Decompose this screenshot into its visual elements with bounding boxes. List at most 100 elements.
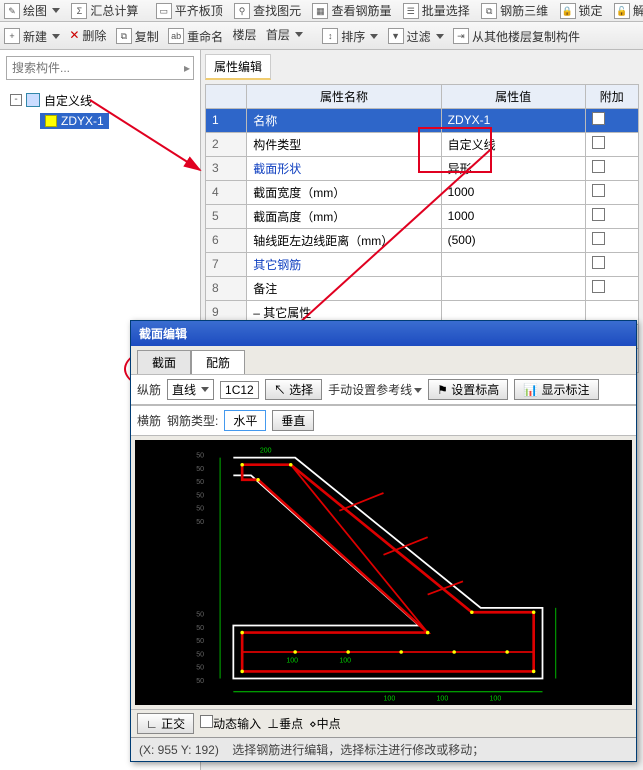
hint-text: 选择钢筋进行编辑，选择标注进行修改或移动； <box>232 743 484 757</box>
floor-select[interactable]: 首层 <box>266 26 303 43</box>
copy-button[interactable]: ⧉复制 <box>116 28 159 45</box>
tree-root-node[interactable]: - 自定义线 <box>10 92 190 109</box>
checkbox-icon[interactable] <box>592 232 605 245</box>
row-number: 3 <box>206 156 247 180</box>
property-row[interactable]: 8备注 <box>206 276 639 300</box>
menu-summary[interactable]: Σ汇总计算 <box>71 2 138 19</box>
perp-snap[interactable]: ⊥垂点 <box>267 715 303 732</box>
row-number: 2 <box>206 132 247 156</box>
cross-bar-label: 横筋 <box>137 412 161 429</box>
menu-batch-select[interactable]: ☰批量选择 <box>403 2 470 19</box>
search-input[interactable] <box>10 60 180 76</box>
rename-button[interactable]: ab重命名 <box>168 28 223 45</box>
dynamic-input-toggle[interactable]: 动态输入 <box>200 715 261 732</box>
prop-value[interactable]: (500) <box>441 228 585 252</box>
prop-extra[interactable] <box>585 132 638 156</box>
menu-align-top[interactable]: ▭平齐板顶 <box>156 2 223 19</box>
checkbox-icon[interactable] <box>592 256 605 269</box>
checkbox-icon[interactable] <box>592 208 605 221</box>
manual-ref-label[interactable]: 手动设置参考线 <box>328 381 422 398</box>
pencil-icon: ✎ <box>4 3 20 19</box>
col-name: 属性名称 <box>247 84 441 108</box>
row-number: 6 <box>206 228 247 252</box>
prop-extra[interactable] <box>585 156 638 180</box>
property-row[interactable]: 1名称ZDYX-1 <box>206 108 639 132</box>
cad-canvas[interactable]: 5050 5050 5050 5050 5050 5050 <box>135 440 632 705</box>
property-row[interactable]: 6轴线距左边线距离（mm）(500) <box>206 228 639 252</box>
mid-snap[interactable]: ⋄中点 <box>309 715 341 732</box>
menu-unlock[interactable]: 🔓解锁 <box>614 2 643 19</box>
new-button[interactable]: +新建 <box>4 28 60 45</box>
menu-lock[interactable]: 🔒锁定 <box>560 2 603 19</box>
prop-value[interactable] <box>441 276 585 300</box>
prop-value[interactable]: 1000 <box>441 204 585 228</box>
tab-rebar[interactable]: 配筋 <box>191 350 245 374</box>
select-button[interactable]: ↖ 选择 <box>265 379 322 400</box>
search-go-icon[interactable]: ▸ <box>184 61 190 75</box>
svg-text:50: 50 <box>196 453 204 460</box>
top-menubar: ✎绘图 Σ汇总计算 ▭平齐板顶 ⚲查找图元 ▦查看钢筋量 ☰批量选择 ⧉钢筋三维… <box>0 0 643 22</box>
ortho-toggle[interactable]: ∟ 正交 <box>137 713 194 734</box>
collapse-icon[interactable]: - <box>10 94 22 106</box>
prop-extra[interactable] <box>585 204 638 228</box>
prop-value[interactable]: 1000 <box>441 180 585 204</box>
property-row[interactable]: 7其它钢筋 <box>206 252 639 276</box>
prop-extra[interactable] <box>585 108 638 132</box>
prop-value[interactable] <box>441 252 585 276</box>
checkbox-icon[interactable] <box>592 184 605 197</box>
checkbox-icon[interactable] <box>592 112 605 125</box>
floor-label: 楼层 <box>233 26 257 43</box>
prop-extra[interactable] <box>585 228 638 252</box>
tab-section[interactable]: 截面 <box>137 350 191 374</box>
folder-icon <box>26 93 40 107</box>
ortho-icon: ∟ <box>146 717 158 731</box>
prop-value[interactable]: ZDYX-1 <box>441 108 585 132</box>
filter-button[interactable]: ▼过滤 <box>388 28 444 45</box>
svg-text:100: 100 <box>490 696 502 703</box>
copy-icon: ⧉ <box>116 28 132 44</box>
prop-value[interactable]: 自定义线 <box>441 132 585 156</box>
tree-child-zdyx1[interactable]: ZDYX-1 <box>40 113 109 129</box>
svg-text:200: 200 <box>260 447 272 454</box>
prop-extra[interactable] <box>585 252 638 276</box>
col-extra: 附加 <box>585 84 638 108</box>
menu-3d[interactable]: ⧉钢筋三维 <box>481 2 548 19</box>
prop-name: 截面高度（mm） <box>247 204 441 228</box>
checkbox-icon[interactable] <box>592 136 605 149</box>
set-mark-button[interactable]: ⚑ 设置标高 <box>428 379 508 400</box>
row-number: 8 <box>206 276 247 300</box>
property-row[interactable]: 2构件类型自定义线 <box>206 132 639 156</box>
show-mark-button[interactable]: 📊 显示标注 <box>514 379 598 400</box>
grid-icon: ▦ <box>312 3 328 19</box>
cad-drawing: 5050 5050 5050 5050 5050 5050 <box>135 440 632 705</box>
type-label: 钢筋类型: <box>167 412 218 429</box>
col-value: 属性值 <box>441 84 585 108</box>
copy-from-floor-button[interactable]: ⇥从其他楼层复制构件 <box>453 28 580 45</box>
svg-text:100: 100 <box>437 696 449 703</box>
spec-input[interactable]: 1C12 <box>220 381 259 399</box>
svg-text:100: 100 <box>286 658 298 665</box>
prop-name: 备注 <box>247 276 441 300</box>
property-row[interactable]: 3截面形状异形 <box>206 156 639 180</box>
checkbox-icon[interactable] <box>592 160 605 173</box>
menu-draw[interactable]: ✎绘图 <box>4 2 60 19</box>
menu-find[interactable]: ⚲查找图元 <box>234 2 301 19</box>
coord-readout: (X: 955 Y: 192) <box>139 743 219 757</box>
sort-button[interactable]: ↕排序 <box>322 28 378 45</box>
flag-icon: ⚑ <box>437 383 448 397</box>
dialog-toolbar-2: 横筋 钢筋类型: 水平 垂直 <box>131 405 636 436</box>
prop-extra[interactable] <box>585 180 638 204</box>
menu-rebar-qty[interactable]: ▦查看钢筋量 <box>312 2 391 19</box>
checkbox-icon[interactable] <box>592 280 605 293</box>
component-search[interactable]: ▸ <box>6 56 194 80</box>
vertical-button[interactable]: 垂直 <box>272 410 314 431</box>
property-row[interactable]: 4截面宽度（mm）1000 <box>206 180 639 204</box>
prop-value[interactable]: 异形 <box>441 156 585 180</box>
prop-extra[interactable] <box>585 276 638 300</box>
delete-button[interactable]: ✕删除 <box>69 27 106 44</box>
align-icon: ▭ <box>156 3 172 19</box>
search-icon: ⚲ <box>234 3 250 19</box>
horizontal-button[interactable]: 水平 <box>224 410 266 431</box>
mode-select[interactable]: 直线 <box>167 379 214 400</box>
property-row[interactable]: 5截面高度（mm）1000 <box>206 204 639 228</box>
